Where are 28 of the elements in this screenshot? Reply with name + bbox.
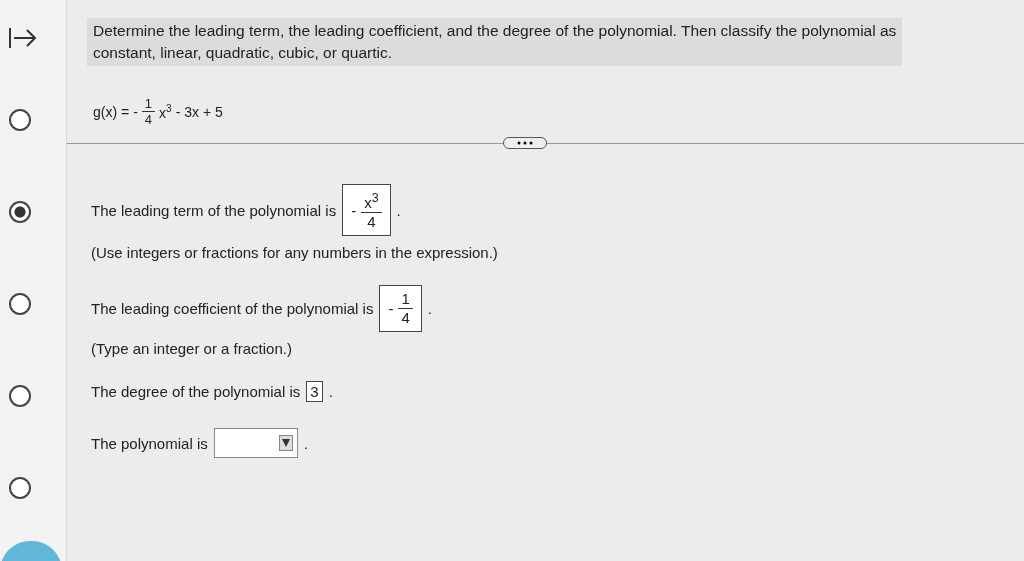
answer-label: The degree of the polynomial is [91,383,301,400]
answer-label: The leading term of the polynomial is [91,201,337,219]
function-name: g(x) = [93,103,130,120]
answer-label: The leading coefficient of the polynomial is [91,300,374,317]
radio-button[interactable] [9,477,31,499]
radio-button[interactable] [9,385,31,407]
hint-text: (Use integers or fractions for any numbers in the expression.) [91,244,499,261]
answer-label: The polynomial is [91,434,208,452]
hint-text: (Type an integer or a fraction.) [91,340,293,357]
period: . [303,434,308,452]
dots-icon [516,141,534,145]
numerator: 1 [141,96,156,112]
arrow-icon[interactable] [8,26,38,50]
answer-box[interactable]: 3 [306,381,323,402]
radio-button[interactable] [9,293,31,315]
denominator: 4 [144,112,153,127]
radio-button[interactable] [9,109,31,131]
expression-rest: - 3x + 5 [175,103,223,120]
more-button[interactable] [503,137,547,149]
power-term: x$^{3}$ [159,102,172,121]
period: . [328,383,333,400]
caret-icon [278,435,293,451]
dropdown[interactable] [213,428,298,458]
period: . [427,300,432,317]
period: . [396,201,401,219]
radio-button[interactable] [9,201,31,223]
question-text: Determine the leading term, the leading coefficient, and the degree of the polynomial. Then classify the polynomial as constant, linear, quadratic, cubic, or quartic. [87,18,903,66]
minus-sign: - [133,103,138,120]
